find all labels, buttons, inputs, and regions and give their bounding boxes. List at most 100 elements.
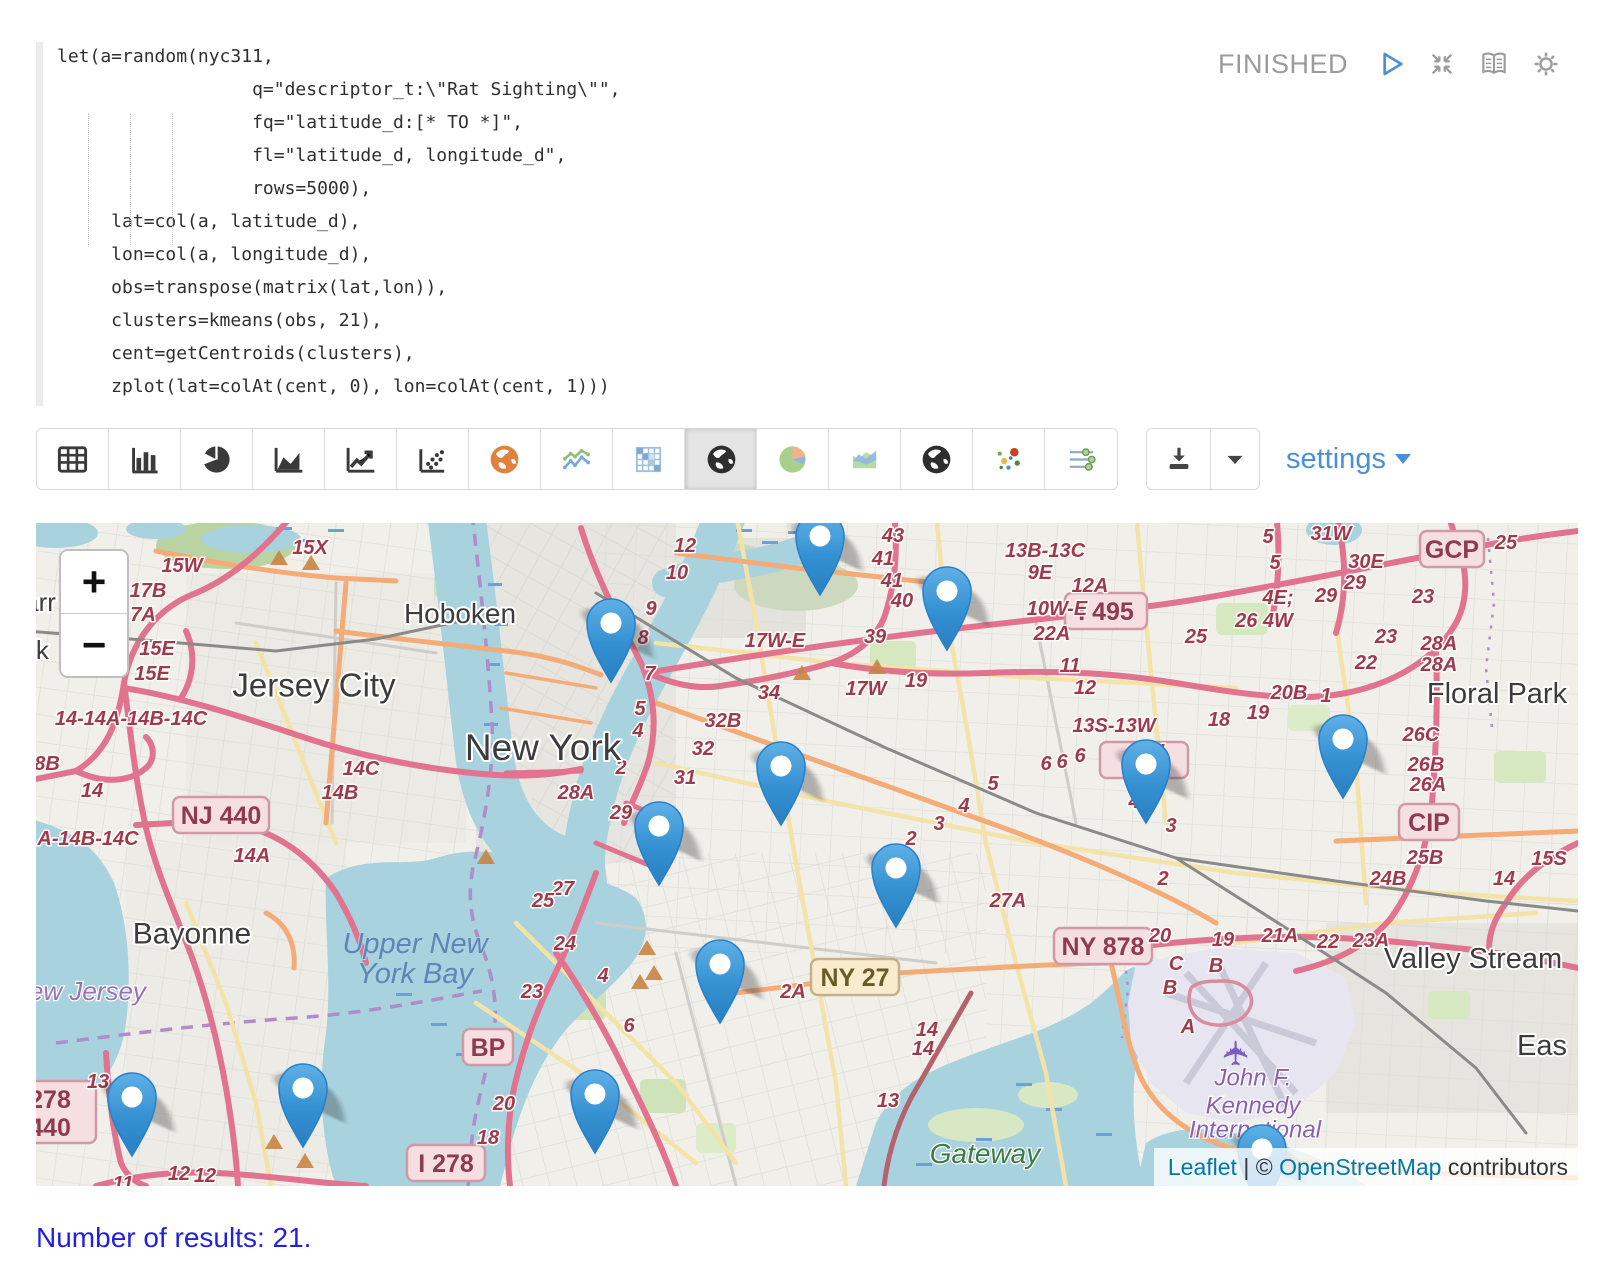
exit-number: 18	[1208, 709, 1231, 731]
area-label: Gateway	[930, 1138, 1042, 1169]
chart-button-globe-map-dark-2[interactable]	[901, 429, 973, 489]
line-chart-icon	[343, 442, 378, 477]
exit-number: 26B	[1407, 754, 1445, 776]
book-button[interactable]	[1478, 48, 1510, 80]
exit-number: 15E	[134, 663, 170, 685]
chart-button-area-chart-color[interactable]	[829, 429, 901, 489]
city-label: rk	[36, 635, 50, 665]
chart-button-globe-map-dark[interactable]	[685, 429, 757, 489]
chart-button-pie-chart[interactable]	[181, 429, 253, 489]
download-button[interactable]	[1147, 429, 1211, 489]
exit-number: 15E	[139, 638, 175, 660]
paragraph-status: FINISHED	[1218, 49, 1348, 80]
water-label: York Bay	[357, 958, 475, 990]
chart-button-line-chart[interactable]	[325, 429, 397, 489]
code-editor[interactable]: let(a=random(nyc311, q="descriptor_t:\"R…	[57, 40, 621, 403]
exit-number: 25	[1184, 626, 1208, 648]
exit-number: 14	[1493, 868, 1515, 890]
code-line[interactable]: q="descriptor_t:\"Rat Sighting\"",	[57, 73, 621, 106]
chart-button-area-chart[interactable]	[253, 429, 325, 489]
chart-button-bubble-chart[interactable]	[973, 429, 1045, 489]
route-shield-label: 440	[36, 1114, 71, 1142]
chart-button-scatter-chart[interactable]	[397, 429, 469, 489]
exit-number: 19	[1247, 702, 1270, 724]
exit-number: 26 4W	[1234, 610, 1295, 632]
exit-number: 5	[1262, 526, 1274, 548]
parallel-sliders-icon	[1064, 442, 1099, 477]
code-line[interactable]: obs=transpose(matrix(lat,lon)),	[57, 271, 621, 304]
map[interactable]: NJ 440I 495GCPCIPNY 878I 278BPNY 2727844…	[36, 523, 1578, 1186]
code-line[interactable]: lat=col(a, latitude_d),	[57, 205, 621, 238]
area-label: New Jersey	[36, 976, 148, 1006]
chart-button-heatmap[interactable]	[613, 429, 685, 489]
exit-number: 15S	[1531, 848, 1567, 870]
code-line[interactable]: fl="latitude_d, longitude_d",	[57, 139, 621, 172]
exit-number: 10W-E	[1027, 598, 1088, 620]
exit-number: B	[1209, 955, 1223, 977]
exit-number: 9E	[1028, 562, 1053, 584]
run-button[interactable]	[1374, 48, 1406, 80]
exit-number: 21A	[1261, 925, 1299, 947]
shrink-button[interactable]	[1426, 48, 1458, 80]
indent-guide	[130, 113, 131, 245]
exit-number: 27A	[989, 890, 1027, 912]
line-chart-color-icon	[559, 442, 594, 477]
exit-number: 14A	[234, 845, 271, 867]
code-line[interactable]: rows=5000),	[57, 172, 621, 205]
exit-number: 6	[1074, 745, 1086, 767]
exit-number: 14C	[343, 758, 380, 780]
exit-number: 41	[880, 570, 903, 592]
heatmap-icon	[631, 442, 666, 477]
exit-number: 4	[596, 965, 608, 987]
chevron-down-icon	[1394, 452, 1412, 466]
exit-number: 6	[623, 1015, 635, 1037]
zoom-out-button[interactable]: −	[61, 614, 127, 676]
exit-number: 18	[477, 1127, 500, 1149]
globe-map-dark-2-icon	[919, 442, 954, 477]
editor-gutter	[36, 42, 43, 406]
caret-down-button[interactable]	[1211, 429, 1259, 489]
chart-button-pie-chart-color[interactable]	[757, 429, 829, 489]
exit-number: 7A	[130, 604, 156, 626]
exit-number: 34	[758, 682, 780, 704]
exit-number: 23	[1374, 626, 1397, 648]
bubble-chart-icon	[991, 442, 1026, 477]
city-label: Jersey City	[232, 667, 396, 704]
exit-number: 4E;	[1261, 587, 1293, 609]
zoom-in-button[interactable]: +	[61, 551, 127, 614]
code-line[interactable]: clusters=kmeans(obs, 21),	[57, 304, 621, 337]
exit-number: 4	[631, 720, 643, 742]
code-line[interactable]: zplot(lat=colAt(cent, 0), lon=colAt(cent…	[57, 370, 621, 403]
code-line[interactable]: lon=col(a, longitude_d),	[57, 238, 621, 271]
code-line[interactable]: cent=getCentroids(clusters),	[57, 337, 621, 370]
route-shield-label: I 278	[418, 1150, 474, 1178]
exit-number: 5	[987, 773, 999, 795]
chart-button-line-chart-color[interactable]	[541, 429, 613, 489]
chart-button-bar-chart[interactable]	[109, 429, 181, 489]
pie-chart-icon	[199, 442, 234, 477]
airplane-icon: ✈	[1218, 1039, 1256, 1068]
download-button-group	[1146, 428, 1260, 490]
exit-number: 14B	[322, 782, 359, 804]
exit-number: 6	[1056, 751, 1068, 773]
route-shield-label: GCP	[1425, 536, 1479, 564]
leaflet-link[interactable]: Leaflet	[1168, 1154, 1237, 1181]
settings-toggle[interactable]: settings	[1286, 443, 1412, 476]
chart-button-parallel-sliders[interactable]	[1045, 429, 1117, 489]
exit-number: 19	[905, 670, 928, 692]
exit-number: 31	[674, 767, 696, 789]
openstreetmap-link[interactable]: OpenStreetMap	[1279, 1154, 1441, 1181]
exit-number: 1	[1320, 685, 1331, 707]
table-icon	[55, 442, 90, 477]
exit-number: 14	[81, 780, 103, 802]
code-line[interactable]: fq="latitude_d:[* TO *]",	[57, 106, 621, 139]
exit-number: 23	[1411, 586, 1434, 608]
code-line[interactable]: let(a=random(nyc311,	[57, 40, 621, 73]
chart-button-table[interactable]	[37, 429, 109, 489]
exit-number: 12	[168, 1163, 190, 1185]
route-shield-label: NY 27	[820, 964, 889, 992]
exit-number: 3	[1165, 815, 1176, 837]
gear-button[interactable]	[1530, 48, 1562, 80]
exit-number: 23	[520, 981, 543, 1003]
chart-button-globe-map-orange[interactable]	[469, 429, 541, 489]
